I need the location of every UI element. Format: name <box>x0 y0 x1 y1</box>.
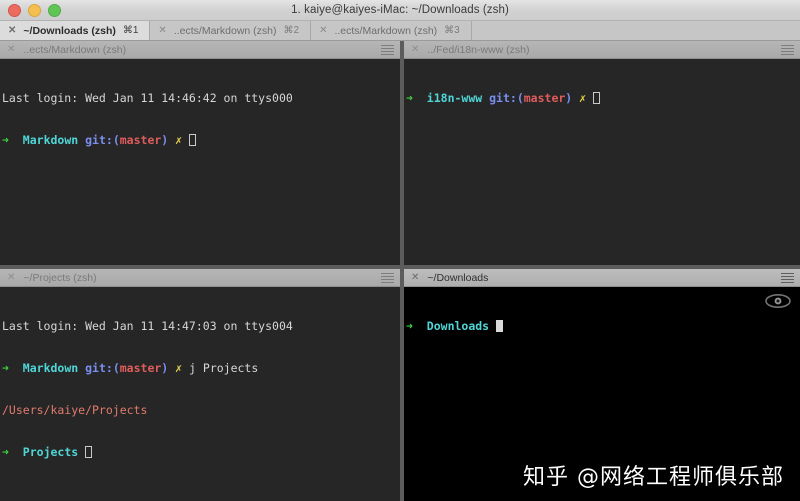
tab-label: ~/Downloads (zsh) <box>23 24 116 37</box>
tabbar-empty-space <box>471 21 800 40</box>
pane-bottom-left[interactable]: ✕ ~/Projects (zsh) Last login: Wed Jan 1… <box>0 269 400 501</box>
pane-top-left[interactable]: ✕ ..ects/Markdown (zsh) Last login: Wed … <box>0 41 400 265</box>
traffic-light-group <box>0 3 61 17</box>
close-icon[interactable]: ✕ <box>7 272 15 283</box>
typed-command: j Projects <box>189 361 259 375</box>
last-login-text: Last login: Wed Jan 11 14:47:03 on ttys0… <box>2 319 293 333</box>
tab-bar: ✕ ~/Downloads (zsh) ⌘1 ✕ ..ects/Markdown… <box>0 21 800 41</box>
prompt-directory: Markdown <box>22 133 79 147</box>
terminal-prompt-line: ➜ Projects <box>2 445 400 459</box>
eye-icon <box>765 294 791 308</box>
hamburger-icon[interactable] <box>381 44 394 55</box>
terminal-cursor <box>593 92 601 104</box>
tab-downloads[interactable]: ✕ ~/Downloads (zsh) ⌘1 <box>0 21 151 40</box>
close-icon[interactable]: ✕ <box>158 25 166 36</box>
close-icon[interactable]: ✕ <box>319 25 327 36</box>
terminal-prompt-line: ➜ Downloads <box>406 319 800 333</box>
pane-title: ..ects/Markdown (zsh) <box>23 43 127 56</box>
window-titlebar: 1. kaiye@kaiyes-iMac: ~/Downloads (zsh) <box>0 0 800 21</box>
terminal-output-top-right[interactable]: ➜ i18n-www git:(master) ✗ <box>404 59 800 265</box>
terminal-output-bottom-left[interactable]: Last login: Wed Jan 11 14:47:03 on ttys0… <box>0 287 400 501</box>
prompt-git-open: git:( <box>85 133 120 147</box>
pane-header-top-left: ✕ ..ects/Markdown (zsh) <box>0 41 400 59</box>
tab-shortcut: ⌘1 <box>122 25 139 36</box>
close-icon[interactable]: ✕ <box>411 44 419 55</box>
last-login-text: Last login: Wed Jan 11 14:46:42 on ttys0… <box>2 91 293 105</box>
terminal-window: 1. kaiye@kaiyes-iMac: ~/Downloads (zsh) … <box>0 0 800 501</box>
prompt-directory: Downloads <box>426 319 490 333</box>
terminal-line: Last login: Wed Jan 11 14:47:03 on ttys0… <box>2 319 400 333</box>
close-icon[interactable]: ✕ <box>411 272 419 283</box>
tab-label: ..ects/Markdown (zsh) <box>334 24 438 37</box>
pane-title: ../Fed/i18n-www (zsh) <box>427 43 530 56</box>
hamburger-icon[interactable] <box>781 44 794 55</box>
pane-title: ~/Projects (zsh) <box>23 271 97 284</box>
terminal-cursor <box>85 446 93 458</box>
pane-header-top-right: ✕ ../Fed/i18n-www (zsh) <box>404 41 800 59</box>
window-title: 1. kaiye@kaiyes-iMac: ~/Downloads (zsh) <box>291 4 509 16</box>
prompt-git-branch: master <box>119 361 162 375</box>
terminal-output-bottom-right[interactable]: ➜ Downloads <box>404 287 800 501</box>
pane-top-right[interactable]: ✕ ../Fed/i18n-www (zsh) ➜ i18n-www git:(… <box>404 41 800 265</box>
terminal-output-top-left[interactable]: Last login: Wed Jan 11 14:46:42 on ttys0… <box>0 59 400 265</box>
hamburger-icon[interactable] <box>381 272 394 283</box>
prompt-arrow-icon: ➜ <box>406 91 413 105</box>
tab-markdown-2[interactable]: ✕ ..ects/Markdown (zsh) ⌘2 <box>150 21 312 40</box>
prompt-arrow-icon: ➜ <box>2 361 9 375</box>
terminal-cursor <box>189 134 197 146</box>
terminal-cursor <box>496 320 504 332</box>
terminal-prompt-line: ➜ i18n-www git:(master) ✗ <box>406 91 800 105</box>
split-pane-grid: ✕ ..ects/Markdown (zsh) Last login: Wed … <box>0 41 800 501</box>
zoom-window-button[interactable] <box>48 3 61 17</box>
prompt-git-branch: master <box>523 91 566 105</box>
tab-label: ..ects/Markdown (zsh) <box>173 24 277 37</box>
prompt-arrow-icon: ➜ <box>2 445 9 459</box>
terminal-line: /Users/kaiye/Projects <box>2 403 400 417</box>
pane-header-bottom-right: ✕ ~/Downloads <box>404 269 800 287</box>
prompt-git-open: git:( <box>489 91 524 105</box>
close-icon[interactable]: ✕ <box>7 44 15 55</box>
terminal-prompt-line: ➜ Markdown git:(master) ✗ <box>2 133 400 147</box>
close-icon[interactable]: ✕ <box>8 25 16 36</box>
prompt-arrow-icon: ➜ <box>2 133 9 147</box>
tab-shortcut: ⌘3 <box>444 25 460 36</box>
tab-shortcut: ⌘2 <box>283 25 300 36</box>
pane-header-bottom-left: ✕ ~/Projects (zsh) <box>0 269 400 287</box>
prompt-directory: Markdown <box>22 361 79 375</box>
prompt-arrow-icon: ➜ <box>406 319 413 333</box>
terminal-line: Last login: Wed Jan 11 14:46:42 on ttys0… <box>2 91 400 105</box>
command-output-path: /Users/kaiye/Projects <box>2 403 148 417</box>
hamburger-icon[interactable] <box>781 272 794 283</box>
prompt-git-branch: master <box>119 133 162 147</box>
pane-bottom-right[interactable]: ✕ ~/Downloads ➜ Downloads <box>404 269 800 501</box>
tab-markdown-3[interactable]: ✕ ..ects/Markdown (zsh) ⌘3 <box>311 21 472 40</box>
prompt-git-open: git:( <box>85 361 120 375</box>
close-window-button[interactable] <box>8 3 21 17</box>
prompt-directory: Projects <box>22 445 79 459</box>
prompt-directory: i18n-www <box>426 91 483 105</box>
minimize-window-button[interactable] <box>28 3 41 17</box>
terminal-prompt-line: ➜ Markdown git:(master) ✗ j Projects <box>2 361 400 375</box>
pane-title: ~/Downloads <box>427 271 489 284</box>
